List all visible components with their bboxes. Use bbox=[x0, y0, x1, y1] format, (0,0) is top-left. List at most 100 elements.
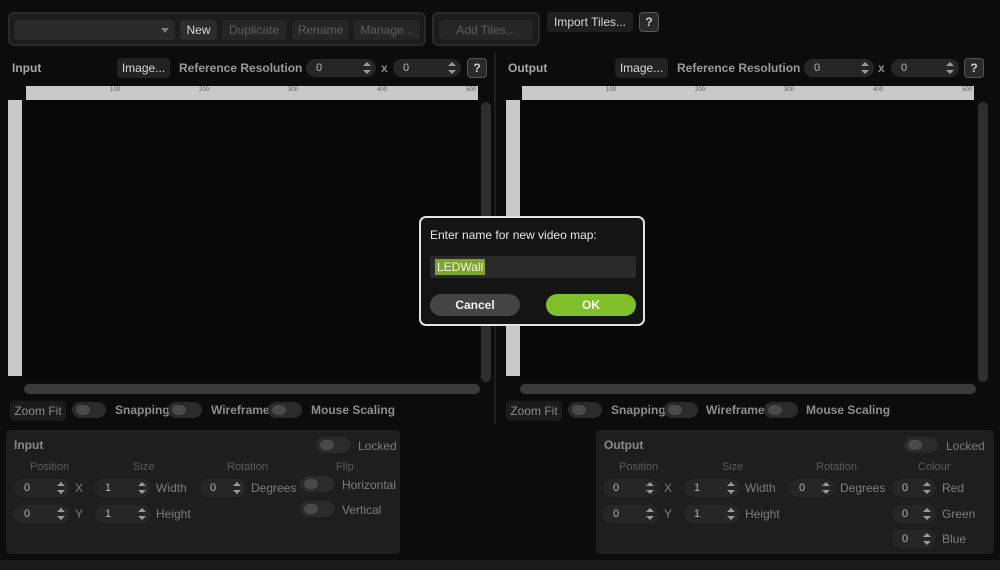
flip-header: Flip bbox=[336, 461, 354, 473]
flip-horizontal-label: Horizontal bbox=[342, 478, 397, 492]
output-wireframe-toggle[interactable] bbox=[664, 402, 698, 418]
spinner-arrows-icon bbox=[363, 61, 371, 75]
input-width-value: 1 bbox=[105, 482, 112, 494]
input-zoom-fit-button[interactable]: Zoom Fit bbox=[10, 401, 66, 421]
input-rotation-spinner[interactable]: 0 bbox=[200, 479, 246, 497]
output-panel-help-button[interactable]: ? bbox=[964, 58, 984, 78]
rotation-header: Rotation bbox=[816, 461, 857, 473]
green-spinner[interactable]: 0 bbox=[892, 505, 936, 523]
input-ref-width-value: 0 bbox=[316, 62, 323, 74]
output-image-button[interactable]: Image... bbox=[615, 58, 668, 78]
output-locked-toggle[interactable] bbox=[904, 437, 938, 453]
toolbar-help-button[interactable]: ? bbox=[639, 12, 659, 32]
blue-label: Blue bbox=[942, 532, 967, 546]
toggle-knob bbox=[320, 440, 334, 450]
output-horizontal-scrollbar[interactable] bbox=[520, 384, 976, 394]
input-pos-x-spinner[interactable]: 0 bbox=[14, 479, 70, 497]
input-mouse-scaling-toggle[interactable] bbox=[268, 402, 302, 418]
flip-vertical-label: Vertical bbox=[342, 503, 382, 517]
blue-spinner[interactable]: 0 bbox=[892, 530, 936, 548]
red-label: Red bbox=[942, 481, 965, 495]
size-header: Size bbox=[722, 461, 744, 473]
ruler-tick: 200 bbox=[199, 87, 210, 93]
spinner-arrows-icon bbox=[727, 481, 735, 495]
red-spinner[interactable]: 0 bbox=[892, 479, 936, 497]
new-map-button[interactable]: New bbox=[180, 20, 217, 40]
output-zoom-fit-button[interactable]: Zoom Fit bbox=[506, 401, 562, 421]
output-pos-y-spinner[interactable]: 0 bbox=[603, 505, 659, 523]
map-name-input[interactable]: LEDWall bbox=[430, 256, 636, 278]
output-ref-width-spinner[interactable]: 0 bbox=[804, 59, 874, 77]
position-header: Position bbox=[30, 461, 70, 473]
spinner-arrows-icon bbox=[57, 507, 65, 521]
output-horizontal-ruler: 100 200 300 400 500 bbox=[522, 86, 974, 100]
add-tiles-button[interactable]: Add Tiles... bbox=[439, 20, 533, 40]
output-panel-title: Output bbox=[508, 61, 548, 75]
flip-horizontal-toggle[interactable] bbox=[300, 476, 334, 492]
input-pos-y-value: 0 bbox=[24, 508, 31, 520]
input-width-spinner[interactable]: 1 bbox=[95, 479, 151, 497]
input-wireframe-toggle[interactable] bbox=[168, 402, 202, 418]
ruler-tick: 100 bbox=[606, 87, 617, 93]
output-pos-y-label: Y bbox=[664, 507, 673, 521]
toggle-knob bbox=[304, 504, 318, 514]
input-ref-width-spinner[interactable]: 0 bbox=[306, 59, 376, 77]
input-locked-toggle[interactable] bbox=[316, 437, 350, 453]
input-snapping-toggle[interactable] bbox=[72, 402, 106, 418]
video-map-select[interactable] bbox=[14, 20, 175, 40]
input-canvas[interactable] bbox=[24, 100, 480, 380]
toggle-knob bbox=[76, 405, 90, 415]
colour-header: Colour bbox=[918, 461, 951, 473]
green-label: Green bbox=[942, 507, 976, 521]
input-pos-y-spinner[interactable]: 0 bbox=[14, 505, 70, 523]
flip-vertical-toggle[interactable] bbox=[300, 501, 334, 517]
output-height-spinner[interactable]: 1 bbox=[684, 505, 740, 523]
spinner-arrows-icon bbox=[138, 507, 146, 521]
output-mouse-scaling-label: Mouse Scaling bbox=[806, 403, 891, 417]
output-mouse-scaling-toggle[interactable] bbox=[764, 402, 798, 418]
output-ref-res-label: Reference Resolution bbox=[677, 61, 801, 75]
new-video-map-dialog: Enter name for new video map: LEDWall Ca… bbox=[419, 216, 645, 326]
input-ref-height-spinner[interactable]: 0 bbox=[393, 59, 461, 77]
output-rotation-value: 0 bbox=[799, 482, 806, 494]
input-pos-x-value: 0 bbox=[24, 482, 31, 494]
output-width-label: Width bbox=[745, 481, 776, 495]
input-pos-y-label: Y bbox=[75, 507, 84, 521]
ruler-tick: 100 bbox=[110, 87, 121, 93]
ok-button[interactable]: OK bbox=[546, 294, 636, 316]
input-horizontal-scrollbar[interactable] bbox=[24, 384, 480, 394]
ruler-tick: 400 bbox=[377, 87, 388, 93]
input-vertical-ruler bbox=[8, 100, 22, 376]
input-panel-help-button[interactable]: ? bbox=[467, 58, 487, 78]
input-image-button[interactable]: Image... bbox=[117, 58, 170, 78]
rename-map-button[interactable]: Rename bbox=[292, 20, 349, 40]
ruler-tick: 500 bbox=[466, 87, 477, 93]
output-ref-height-spinner[interactable]: 0 bbox=[891, 59, 959, 77]
input-ref-res-label: Reference Resolution bbox=[179, 61, 303, 75]
ruler-tick: 200 bbox=[695, 87, 706, 93]
spinner-arrows-icon bbox=[923, 507, 931, 521]
output-pos-x-spinner[interactable]: 0 bbox=[603, 479, 659, 497]
bottom-strip bbox=[0, 560, 1000, 570]
spinner-arrows-icon bbox=[57, 481, 65, 495]
duplicate-map-button[interactable]: Duplicate bbox=[222, 20, 286, 40]
output-width-spinner[interactable]: 1 bbox=[684, 479, 740, 497]
output-pos-x-value: 0 bbox=[613, 482, 620, 494]
input-height-label: Height bbox=[156, 507, 191, 521]
output-degrees-label: Degrees bbox=[840, 481, 886, 495]
output-wireframe-label: Wireframe bbox=[706, 403, 765, 417]
input-height-spinner[interactable]: 1 bbox=[95, 505, 151, 523]
spinner-arrows-icon bbox=[233, 481, 241, 495]
import-tiles-button[interactable]: Import Tiles... bbox=[547, 12, 633, 32]
toggle-knob bbox=[172, 405, 186, 415]
output-vertical-scrollbar[interactable] bbox=[978, 102, 988, 382]
output-rotation-spinner[interactable]: 0 bbox=[789, 479, 835, 497]
output-height-label: Height bbox=[745, 507, 780, 521]
manage-maps-button[interactable]: Manage... bbox=[354, 20, 420, 40]
spinner-arrows-icon bbox=[138, 481, 146, 495]
output-pos-y-value: 0 bbox=[613, 508, 620, 520]
input-wireframe-label: Wireframe bbox=[211, 403, 270, 417]
input-ref-x-label: x bbox=[381, 61, 388, 75]
output-snapping-toggle[interactable] bbox=[568, 402, 602, 418]
cancel-button[interactable]: Cancel bbox=[430, 294, 520, 316]
